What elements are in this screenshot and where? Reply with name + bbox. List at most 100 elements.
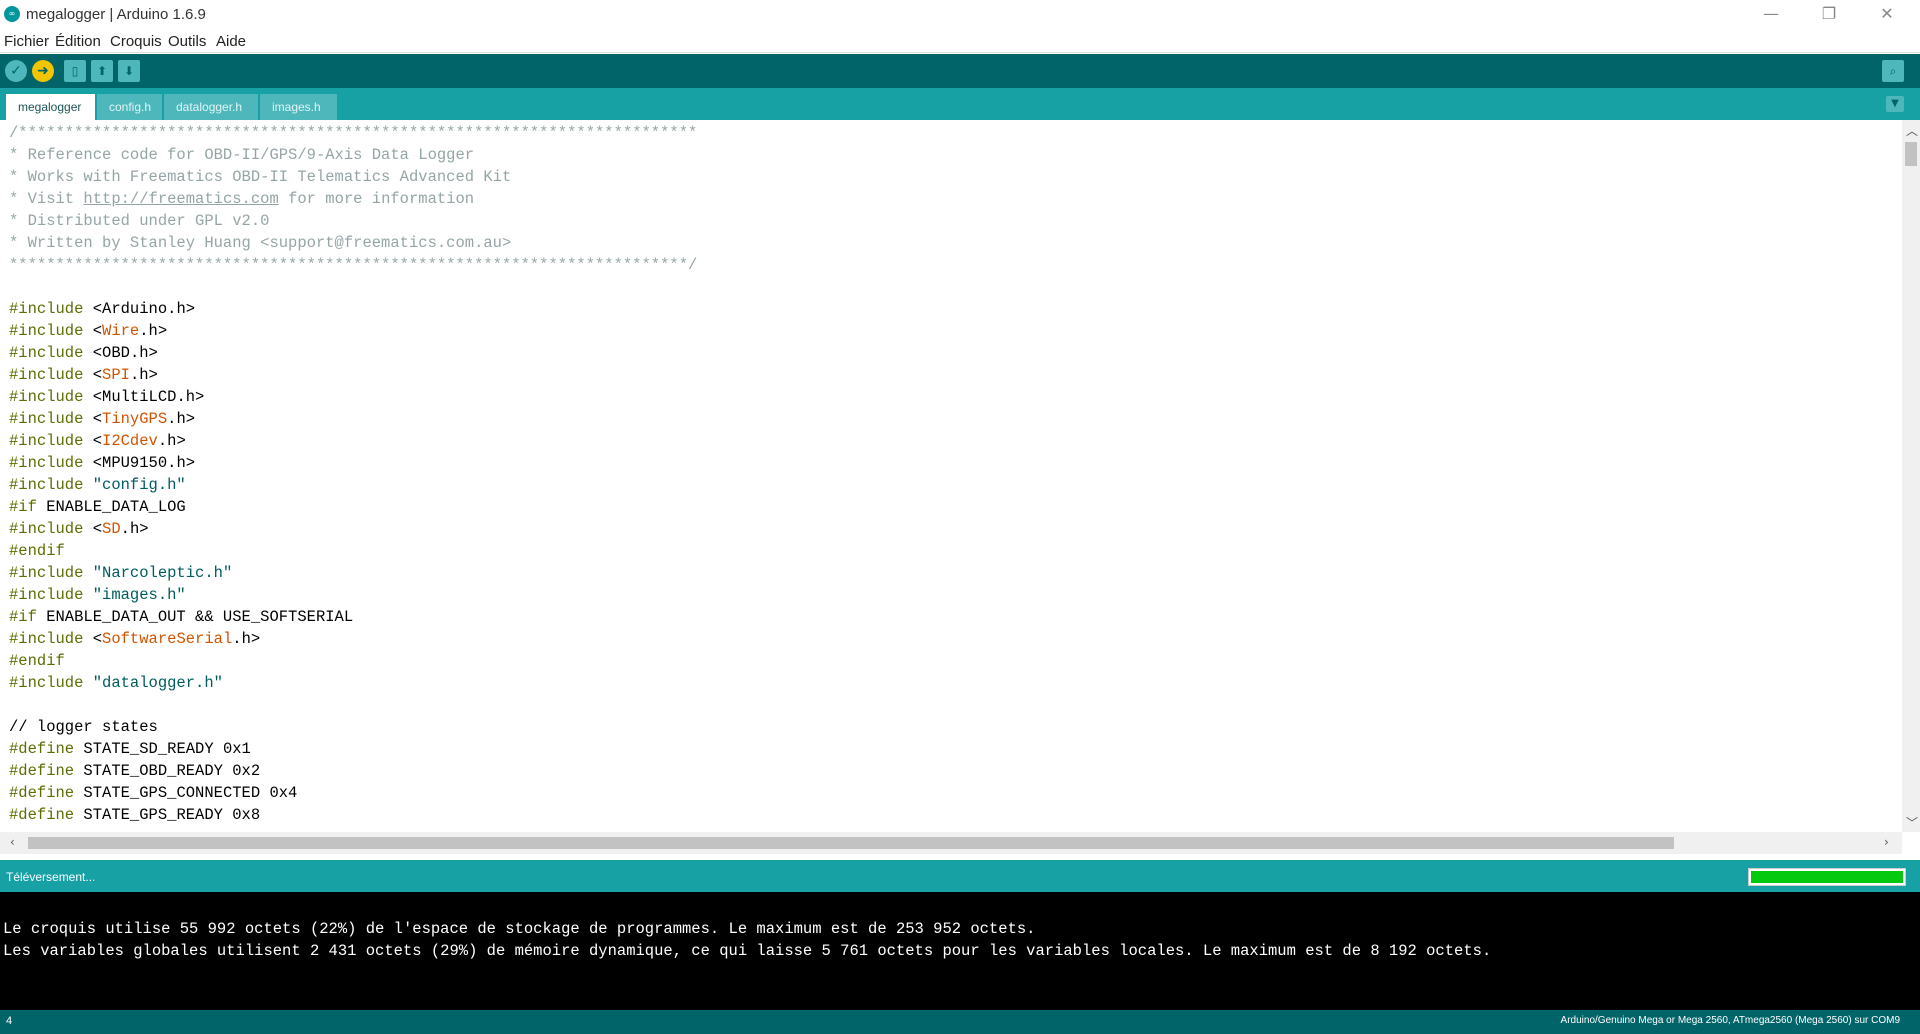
code-directive: #include: [9, 586, 84, 604]
code-string: "config.h": [83, 476, 186, 494]
code-text: <: [83, 432, 103, 450]
code-directive: #include: [9, 366, 84, 384]
tab-config[interactable]: config.h: [97, 94, 163, 120]
code-line: #include "config.h": [9, 474, 186, 496]
code-directive: #define: [9, 806, 75, 824]
code-directive: #include: [9, 476, 84, 494]
code-directive: #include: [9, 454, 84, 472]
code-line: * Written by Stanley Huang <support@free…: [9, 234, 512, 252]
scroll-right-icon[interactable]: ›: [1884, 835, 1889, 849]
upload-progress-bar: [1748, 868, 1906, 886]
code-text: MPU9150: [102, 454, 168, 472]
code-line: #define STATE_GPS_READY 0x8: [9, 804, 260, 826]
code-line: #include <Arduino.h>: [9, 298, 195, 320]
code-line: #include <Wire.h>: [9, 320, 167, 342]
code-directive: #include: [9, 630, 84, 648]
close-icon[interactable]: ✕: [1858, 0, 1916, 30]
upload-progress-fill: [1751, 871, 1903, 883]
code-directive: #if: [9, 608, 37, 626]
code-text: .h>: [176, 388, 205, 406]
open-icon[interactable]: ⬆: [91, 60, 113, 82]
code-string: "datalogger.h": [83, 674, 223, 692]
scroll-left-icon[interactable]: ‹: [10, 835, 15, 849]
code-directive: #define: [9, 740, 75, 758]
console-output: Le croquis utilise 55 992 octets (22%) d…: [0, 892, 1920, 1010]
code-text: MultiLCD: [102, 388, 177, 406]
code-text: <: [83, 300, 103, 318]
menu-aide[interactable]: Aide: [216, 33, 246, 50]
verify-icon[interactable]: ✓: [5, 60, 27, 82]
code-line: #include "images.h": [9, 584, 186, 606]
code-line: #if ENABLE_DATA_OUT && USE_SOFTSERIAL: [9, 606, 353, 628]
code-line: ****************************************…: [9, 256, 698, 274]
code-line: #include "datalogger.h": [9, 672, 223, 694]
tab-megalogger[interactable]: megalogger: [6, 94, 96, 120]
code-class: SD: [102, 520, 121, 538]
code-text: <: [83, 630, 103, 648]
code-text: .h>: [139, 322, 168, 340]
menu-croquis[interactable]: Croquis: [110, 33, 162, 50]
status-text: Téléversement...: [6, 870, 96, 884]
code-line: /***************************************…: [9, 124, 698, 142]
code-line: #include <MPU9150.h>: [9, 452, 195, 474]
menu-edition[interactable]: Édition: [55, 33, 101, 50]
menu-bar: Fichier Édition Croquis Outils Aide: [0, 30, 1920, 53]
code-directive: #include: [9, 520, 84, 538]
code-text: <: [83, 520, 103, 538]
horizontal-scroll-thumb[interactable]: [28, 837, 1674, 849]
code-text: OBD: [102, 344, 130, 362]
code-class: TinyGPS: [102, 410, 168, 428]
code-class: Wire: [102, 322, 140, 340]
code-directive: #include: [9, 564, 84, 582]
code-editor[interactable]: /***************************************…: [0, 120, 1902, 832]
code-text: .h>: [232, 630, 261, 648]
code-line: #if ENABLE_DATA_LOG: [9, 496, 186, 518]
console-line: Le croquis utilise 55 992 octets (22%) d…: [3, 920, 1036, 938]
code-text: .h>: [129, 366, 158, 384]
code-directive: #include: [9, 410, 84, 428]
horizontal-scrollbar[interactable]: ‹ ›: [0, 832, 1902, 854]
code-line: * Visit http://freematics.com for more i…: [9, 188, 474, 210]
restore-icon[interactable]: ❐: [1800, 0, 1858, 30]
code-line: * Distributed under GPL v2.0: [9, 212, 270, 230]
code-directive: #include: [9, 674, 84, 692]
window-title: megalogger | Arduino 1.6.9: [26, 6, 206, 23]
code-text: Arduino: [102, 300, 168, 318]
code-line: #include <SD.h>: [9, 518, 149, 540]
code-directive: #include: [9, 300, 84, 318]
code-text: .h>: [167, 454, 196, 472]
scroll-up-icon[interactable]: ︿: [1906, 122, 1918, 139]
code-class: I2Cdev: [102, 432, 158, 450]
code-directive: #include: [9, 344, 84, 362]
code-line: #include <OBD.h>: [9, 342, 158, 364]
menu-outils[interactable]: Outils: [168, 33, 206, 50]
code-directive: #include: [9, 432, 84, 450]
new-icon[interactable]: ▯: [64, 60, 86, 82]
code-text: ENABLE_DATA_OUT && USE_SOFTSERIAL: [36, 608, 354, 626]
code-line: * Reference code for OBD-II/GPS/9-Axis D…: [9, 146, 475, 164]
code-line: #include "Narcoleptic.h": [9, 562, 232, 584]
code-text: .h>: [157, 432, 186, 450]
tab-datalogger[interactable]: datalogger.h: [164, 94, 259, 120]
toolbar: ✓ ➜ ▯ ⬆ ⬇ ⌕: [0, 54, 1920, 88]
code-line: #include <SoftwareSerial.h>: [9, 628, 260, 650]
save-icon[interactable]: ⬇: [118, 60, 140, 82]
upload-icon[interactable]: ➜: [32, 60, 54, 82]
scroll-down-icon[interactable]: ﹀: [1906, 814, 1918, 831]
vertical-scrollbar[interactable]: ︿ ﹀: [1902, 120, 1920, 832]
minimize-icon[interactable]: —: [1742, 0, 1800, 30]
code-line: * Works with Freematics OBD-II Telematic…: [9, 168, 512, 186]
code-line: #define STATE_GPS_CONNECTED 0x4: [9, 782, 297, 804]
vertical-scroll-thumb[interactable]: [1905, 142, 1917, 166]
code-line: // logger states: [9, 718, 158, 736]
serial-monitor-icon[interactable]: ⌕: [1882, 60, 1904, 82]
tab-bar: megalogger config.h datalogger.h images.…: [0, 88, 1920, 120]
code-text: <: [83, 454, 103, 472]
tab-images[interactable]: images.h: [260, 94, 338, 120]
code-line: #endif: [9, 542, 65, 560]
code-link[interactable]: http://freematics.com: [83, 190, 278, 208]
menu-fichier[interactable]: Fichier: [4, 33, 49, 50]
tab-menu-icon[interactable]: ▼: [1886, 96, 1904, 112]
code-text: STATE_GPS_CONNECTED 0x4: [74, 784, 298, 802]
title-bar: ∞ megalogger | Arduino 1.6.9 — ❐ ✕: [0, 0, 1920, 30]
